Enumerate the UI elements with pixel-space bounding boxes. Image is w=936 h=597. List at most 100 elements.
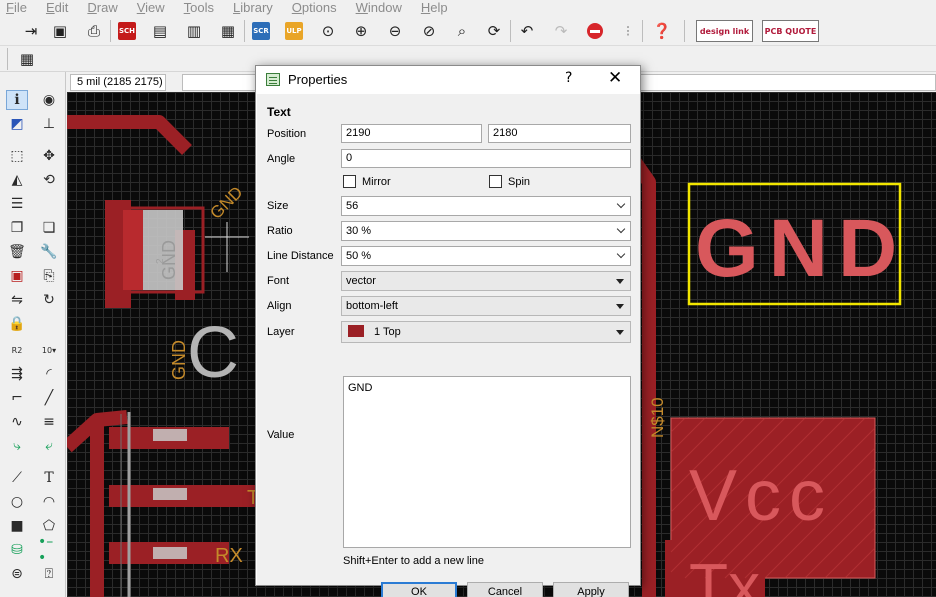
via-icon[interactable]: ⛁ [6,540,28,560]
split-icon[interactable]: ⌐ [6,388,28,408]
help-icon[interactable]: ❓ [651,20,673,42]
chevron-down-icon [616,224,626,234]
apply-button[interactable]: Apply [553,582,629,597]
redraw-icon[interactable]: ⟳ [483,20,505,42]
ratio-combobox[interactable]: 30 % [341,221,631,241]
menu-view[interactable]: View [137,0,165,16]
value-textarea[interactable]: GND [343,376,631,548]
dialog-help-button[interactable]: ? [565,70,572,86]
print-icon[interactable]: ⎙ [83,20,105,42]
zoom-out-icon[interactable]: ⊖ [384,20,406,42]
meander-icon[interactable]: ∿ [6,412,28,432]
library-icon[interactable]: ▦ [217,20,239,42]
wrench-icon[interactable]: 🔧 [38,242,60,262]
show-icon[interactable]: ◉ [38,90,60,110]
tool-palette: ℹ ◉ ◩ ⊥ ⬚ ✥ ◭ ⟲ ☰ ❐ ❏ 🗑 🔧 ▣ ⎘ ⇋ ↻ 🔒 R2 1… [0,72,66,597]
open-icon[interactable]: ⇥ [20,20,42,42]
trace [67,115,192,155]
menu-options[interactable]: Options [292,0,337,16]
run-script-button[interactable]: SCR [250,20,272,42]
smash-icon[interactable]: ⇶ [6,364,28,384]
silk-pad [153,547,187,559]
position-label: Position [267,128,307,140]
dialog-close-button[interactable]: ✕ [608,68,622,88]
zoom-select-icon[interactable]: ⊘ [418,20,440,42]
ok-button[interactable]: OK [381,582,457,597]
paste-icon[interactable]: ❏ [38,218,60,238]
mirror-icon[interactable]: ◭ [6,170,28,190]
size-combobox[interactable]: 56 [341,196,631,216]
align-icon[interactable]: ☰ [6,194,28,214]
polygon-icon[interactable]: ⬠ [38,516,60,536]
rectangle-icon[interactable]: ■ [6,516,28,536]
route-icon[interactable]: ⤷ [6,436,28,456]
menu-library[interactable]: Library [233,0,273,16]
menu-window[interactable]: Window [356,0,402,16]
dialog-body: Text Position 2190 2180 Angle 0 Mirror S… [257,94,640,597]
menu-edit[interactable]: Edit [46,0,68,16]
lock-rotate-icon[interactable]: ↻ [38,290,60,310]
move-cross-icon[interactable]: ✥ [38,146,60,166]
save-icon[interactable]: ▣ [49,20,71,42]
position-y-input[interactable]: 2180 [488,124,631,143]
cam-processor-icon[interactable]: ▤ [149,20,171,42]
circle-icon[interactable]: ○ [6,492,28,512]
grid-icon[interactable]: ▦ [16,48,38,70]
pcb-quote-button[interactable]: PCB QUOTE [762,20,819,42]
rotate-icon[interactable]: ⟲ [38,170,60,190]
name-icon[interactable]: R2 [6,340,28,360]
signal-icon[interactable]: •–• [38,534,60,566]
hole-icon[interactable]: ⊜ [6,564,28,584]
size-value: 56 [346,200,359,212]
menu-help[interactable]: Help [421,0,448,16]
move-icon[interactable]: ⬚ [6,146,28,166]
display-layers-icon[interactable]: ◩ [6,114,28,134]
add-icon[interactable]: ▣ [6,266,28,286]
delete-icon[interactable]: 🗑 [6,242,28,262]
dialog-title-bar[interactable]: Properties ? ✕ [256,66,640,94]
design-link-button[interactable]: design link [696,20,753,42]
info-icon[interactable]: ℹ [6,90,28,110]
run-ulp-button[interactable]: ULP [283,20,305,42]
swap-icon[interactable]: ⇋ [6,290,28,310]
zoom-to-fit-icon[interactable]: ⊙ [317,20,339,42]
value-icon[interactable]: 10▾ [38,340,60,360]
zoom-area-icon[interactable]: ⌕ [451,20,473,42]
switch-to-schematic-button[interactable]: SCH [116,20,138,42]
position-x-input[interactable]: 2190 [341,124,482,143]
wire-icon[interactable]: ⟋ [6,468,28,488]
cancel-button[interactable]: Cancel [467,582,543,597]
ratio-value: 30 % [346,225,372,237]
align-select[interactable]: bottom-left [341,296,631,316]
line-distance-combobox[interactable]: 50 % [341,246,631,266]
optimize-icon[interactable]: ╱ [38,388,60,408]
angle-input[interactable]: 0 [341,149,631,168]
miter-icon[interactable]: ◜ [38,364,60,384]
manufacturing-icon[interactable]: ▥ [183,20,205,42]
lock-icon[interactable]: 🔒 [6,314,28,334]
tx-label: Tx [689,550,760,597]
spin-checkbox[interactable] [489,175,502,188]
mark-icon[interactable]: ⊥ [38,114,60,134]
ripup-icon[interactable]: ⤶ [38,436,60,456]
copy-icon[interactable]: ❐ [6,218,28,238]
stop-icon[interactable] [584,20,606,42]
attribute-icon[interactable]: ⍰ [38,564,60,584]
menu-draw[interactable]: Draw [87,0,117,16]
text-icon[interactable]: T [38,468,60,488]
zoom-in-icon[interactable]: ⊕ [350,20,372,42]
vcc-label: Vcc [689,456,833,536]
replace-icon[interactable]: ⎘ [38,266,60,286]
mirror-checkbox[interactable] [343,175,356,188]
size-label: Size [267,200,289,212]
menu-file[interactable]: File [6,0,27,16]
selected-text-gnd[interactable]: GND [695,203,907,294]
route-diff-icon[interactable]: ≡ [38,412,60,432]
menu-tools[interactable]: Tools [184,0,214,16]
undo-icon[interactable]: ↶ [516,20,538,42]
layer-select[interactable]: 1 Top [341,321,631,343]
arc-icon[interactable]: ◠ [38,492,60,512]
font-select[interactable]: vector [341,271,631,291]
font-value: vector [346,275,376,287]
silk-pad [153,488,187,500]
